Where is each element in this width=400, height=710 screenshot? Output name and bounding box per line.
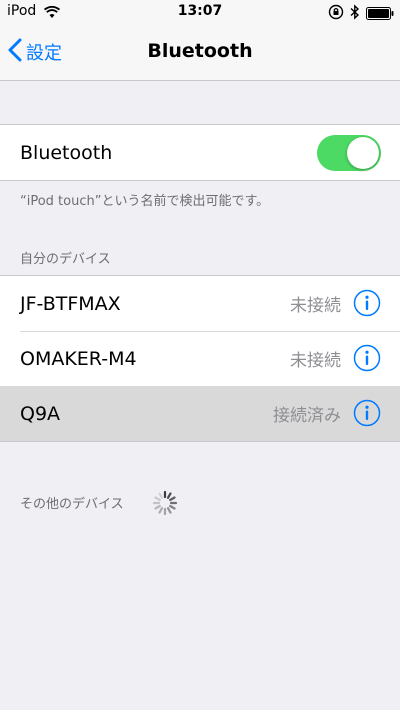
device-row-omaker-m4[interactable]: OMAKER-M4 未接続 <box>0 331 400 386</box>
device-name: OMAKER-M4 <box>20 347 137 370</box>
info-icon[interactable] <box>353 289 381 321</box>
status-bar: iPod 13:07 <box>0 0 400 24</box>
info-icon[interactable] <box>353 344 381 376</box>
device-name: JF-BTFMAX <box>20 292 121 315</box>
device-status: 未接続 <box>290 296 341 316</box>
device-status: 未接続 <box>290 351 341 371</box>
discoverable-footnote: “iPod touch”という名前で検出可能です。 <box>20 194 270 209</box>
device-row-q9a[interactable]: Q9A 接続済み <box>0 386 400 441</box>
device-row-jf-btfmax[interactable]: JF-BTFMAX 未接続 <box>0 276 400 331</box>
navigation-bar: 設定 Bluetooth <box>0 24 400 81</box>
device-status: 接続済み <box>273 406 341 426</box>
page-title: Bluetooth <box>147 40 253 62</box>
info-icon[interactable] <box>353 399 381 431</box>
battery-icon <box>366 5 394 24</box>
other-devices-header: その他のデバイス <box>20 497 124 512</box>
bluetooth-toggle-switch[interactable] <box>317 135 381 171</box>
bluetooth-toggle-group: Bluetooth <box>0 124 400 181</box>
my-devices-list: JF-BTFMAX 未接続 OMAKER-M4 未接続 Q9A 接続済み <box>0 275 400 442</box>
my-devices-header: 自分のデバイス <box>20 252 111 267</box>
bluetooth-status-icon <box>350 4 360 24</box>
bluetooth-toggle-label: Bluetooth <box>20 141 113 164</box>
activity-spinner-icon <box>152 490 178 520</box>
status-right-icons <box>328 4 394 24</box>
toggle-knob <box>347 137 379 169</box>
bluetooth-toggle-row: Bluetooth <box>0 125 400 180</box>
rotation-lock-icon <box>328 4 344 24</box>
device-name: Q9A <box>20 402 61 425</box>
